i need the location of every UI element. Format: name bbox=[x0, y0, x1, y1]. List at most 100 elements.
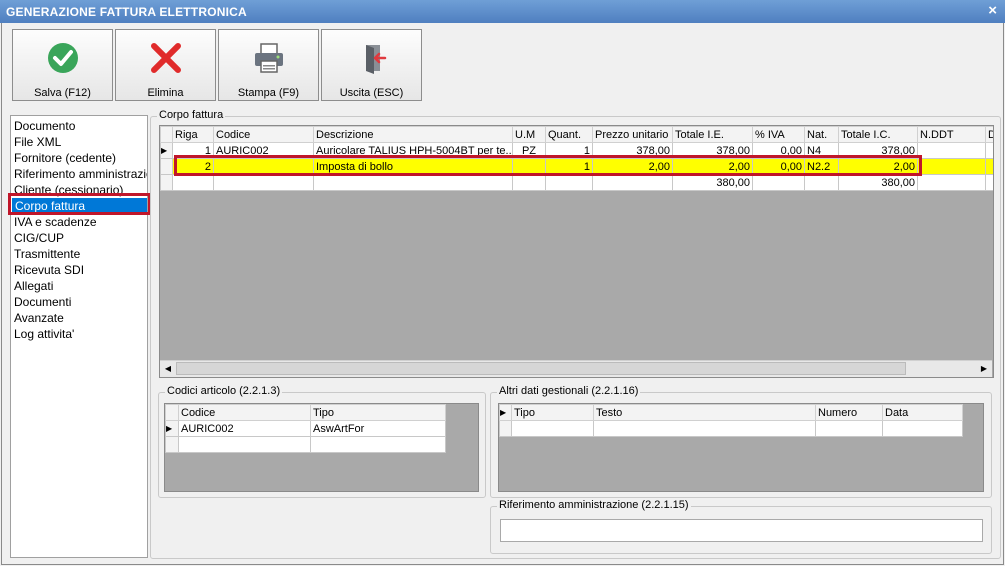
table-row-empty[interactable] bbox=[499, 420, 963, 437]
cell bbox=[313, 174, 513, 191]
row-pointer-icon: ▶ bbox=[499, 404, 512, 421]
cell[interactable] bbox=[310, 436, 446, 453]
cell[interactable] bbox=[917, 158, 986, 175]
printer-icon bbox=[254, 43, 283, 73]
scroll-right-icon[interactable]: ▶ bbox=[977, 362, 991, 375]
title-bar: GENERAZIONE FATTURA ELETTRONICA × bbox=[0, 0, 1005, 23]
column-header[interactable]: Totale I.C. bbox=[838, 126, 918, 143]
sidebar-item-documento[interactable]: Documento bbox=[14, 118, 75, 134]
column-header[interactable]: Quant. bbox=[545, 126, 593, 143]
row-header bbox=[165, 436, 179, 453]
column-header[interactable]: Riga bbox=[172, 126, 214, 143]
horizontal-scrollbar[interactable]: ◀ ▶ bbox=[160, 360, 992, 377]
table-header: Codice Tipo bbox=[165, 404, 446, 421]
window-title: GENERAZIONE FATTURA ELETTRONICA bbox=[6, 5, 247, 19]
total-ic-cell: 380,00 bbox=[838, 174, 918, 191]
cell[interactable]: AURIC002 bbox=[178, 420, 311, 437]
red-x-icon bbox=[150, 43, 181, 73]
table-row-empty[interactable] bbox=[165, 436, 446, 453]
cell bbox=[172, 174, 214, 191]
altri-dati-grid[interactable]: ▶ Tipo Testo Numero Data bbox=[498, 403, 984, 492]
codici-articolo-title: Codici articolo (2.2.1.3) bbox=[165, 385, 283, 397]
column-header[interactable]: Numero bbox=[815, 404, 883, 421]
row-pointer-icon: ▶ bbox=[160, 142, 173, 159]
column-header[interactable]: Totale I.E. bbox=[672, 126, 753, 143]
sidebar-item-trasmittente[interactable]: Trasmittente bbox=[14, 246, 80, 262]
corpo-fattura-title: Corpo fattura bbox=[157, 109, 226, 121]
row-pointer-icon: ▶ bbox=[165, 420, 179, 437]
print-button[interactable]: Stampa (F9) bbox=[218, 29, 319, 101]
column-header[interactable]: D bbox=[985, 126, 993, 143]
sidebar-item-fornitore[interactable]: Fornitore (cedente) bbox=[14, 150, 116, 166]
cell[interactable] bbox=[917, 142, 986, 159]
check-circle-icon bbox=[47, 43, 78, 73]
cell bbox=[752, 174, 805, 191]
cell bbox=[804, 174, 839, 191]
cell[interactable] bbox=[882, 420, 963, 437]
sidebar-item-ricevuta-sdi[interactable]: Ricevuta SDI bbox=[14, 262, 84, 278]
column-header[interactable]: Testo bbox=[593, 404, 816, 421]
totals-row: 380,00 380,00 bbox=[160, 174, 993, 191]
cell bbox=[592, 174, 673, 191]
highlighted-row-box bbox=[174, 155, 922, 176]
exit-button[interactable]: Uscita (ESC) bbox=[321, 29, 422, 101]
codici-articolo-table: Codice Tipo ▶ AURIC002 AswArtFor bbox=[165, 404, 446, 453]
table-header: ▶ Tipo Testo Numero Data bbox=[499, 404, 963, 421]
exit-button-label: Uscita (ESC) bbox=[339, 87, 404, 99]
cell[interactable] bbox=[985, 142, 993, 159]
delete-button[interactable]: Elimina bbox=[115, 29, 216, 101]
sidebar-item-allegati[interactable]: Allegati bbox=[14, 278, 53, 294]
riferimento-amministrazione-title: Riferimento amministrazione (2.2.1.15) bbox=[497, 499, 691, 511]
sidebar-nav: Documento File XML Fornitore (cedente) R… bbox=[10, 115, 148, 558]
cell bbox=[545, 174, 593, 191]
cell bbox=[512, 174, 546, 191]
exit-door-icon bbox=[365, 45, 386, 74]
column-header[interactable]: N.DDT bbox=[917, 126, 986, 143]
row-header-corner bbox=[165, 404, 179, 421]
sidebar-item-avanzate[interactable]: Avanzate bbox=[14, 310, 64, 326]
sidebar-item-documenti[interactable]: Documenti bbox=[14, 294, 71, 310]
scrollbar-thumb[interactable] bbox=[176, 362, 906, 375]
selection-highlight-box bbox=[8, 193, 151, 215]
cell[interactable] bbox=[593, 420, 816, 437]
codici-articolo-grid[interactable]: Codice Tipo ▶ AURIC002 AswArtFor bbox=[164, 403, 479, 492]
row-header-corner bbox=[160, 126, 173, 143]
cell[interactable] bbox=[815, 420, 883, 437]
cell[interactable] bbox=[511, 420, 594, 437]
column-header[interactable]: Prezzo unitario bbox=[592, 126, 673, 143]
column-header[interactable]: Data bbox=[882, 404, 963, 421]
column-header[interactable]: Nat. bbox=[804, 126, 839, 143]
column-header[interactable]: Descrizione bbox=[313, 126, 513, 143]
sidebar-item-file-xml[interactable]: File XML bbox=[14, 134, 61, 150]
row-header bbox=[499, 420, 512, 437]
altri-dati-title: Altri dati gestionali (2.2.1.16) bbox=[497, 385, 641, 397]
cell bbox=[213, 174, 314, 191]
cell[interactable]: AswArtFor bbox=[310, 420, 446, 437]
column-header[interactable]: % IVA bbox=[752, 126, 805, 143]
sidebar-item-log-attivita[interactable]: Log attivita' bbox=[14, 326, 74, 342]
delete-button-label: Elimina bbox=[147, 87, 184, 99]
row-header bbox=[160, 174, 173, 191]
close-icon[interactable]: × bbox=[988, 2, 997, 19]
column-header[interactable]: U.M bbox=[512, 126, 546, 143]
column-header[interactable]: Codice bbox=[178, 404, 311, 421]
sidebar-item-riferimento-amministrazione[interactable]: Riferimento amministrazione bbox=[14, 166, 147, 182]
sidebar-item-iva-scadenze[interactable]: IVA e scadenze bbox=[14, 214, 97, 230]
altri-dati-table: ▶ Tipo Testo Numero Data bbox=[499, 404, 963, 437]
riferimento-amministrazione-input[interactable] bbox=[500, 519, 983, 542]
total-ie-cell: 380,00 bbox=[672, 174, 753, 191]
save-button-label: Salva (F12) bbox=[34, 87, 91, 99]
save-button[interactable]: Salva (F12) bbox=[12, 29, 113, 101]
row-header bbox=[160, 158, 173, 175]
cell[interactable] bbox=[985, 158, 993, 175]
sidebar-item-cig-cup[interactable]: CIG/CUP bbox=[14, 230, 64, 246]
print-button-label: Stampa (F9) bbox=[237, 87, 300, 99]
cell[interactable] bbox=[178, 436, 311, 453]
table-header: Riga Codice Descrizione U.M Quant. Prezz… bbox=[160, 126, 993, 143]
cell bbox=[917, 174, 986, 191]
column-header[interactable]: Codice bbox=[213, 126, 314, 143]
column-header[interactable]: Tipo bbox=[511, 404, 594, 421]
column-header[interactable]: Tipo bbox=[310, 404, 446, 421]
table-row[interactable]: ▶ AURIC002 AswArtFor bbox=[165, 420, 446, 437]
scroll-left-icon[interactable]: ◀ bbox=[161, 362, 175, 375]
